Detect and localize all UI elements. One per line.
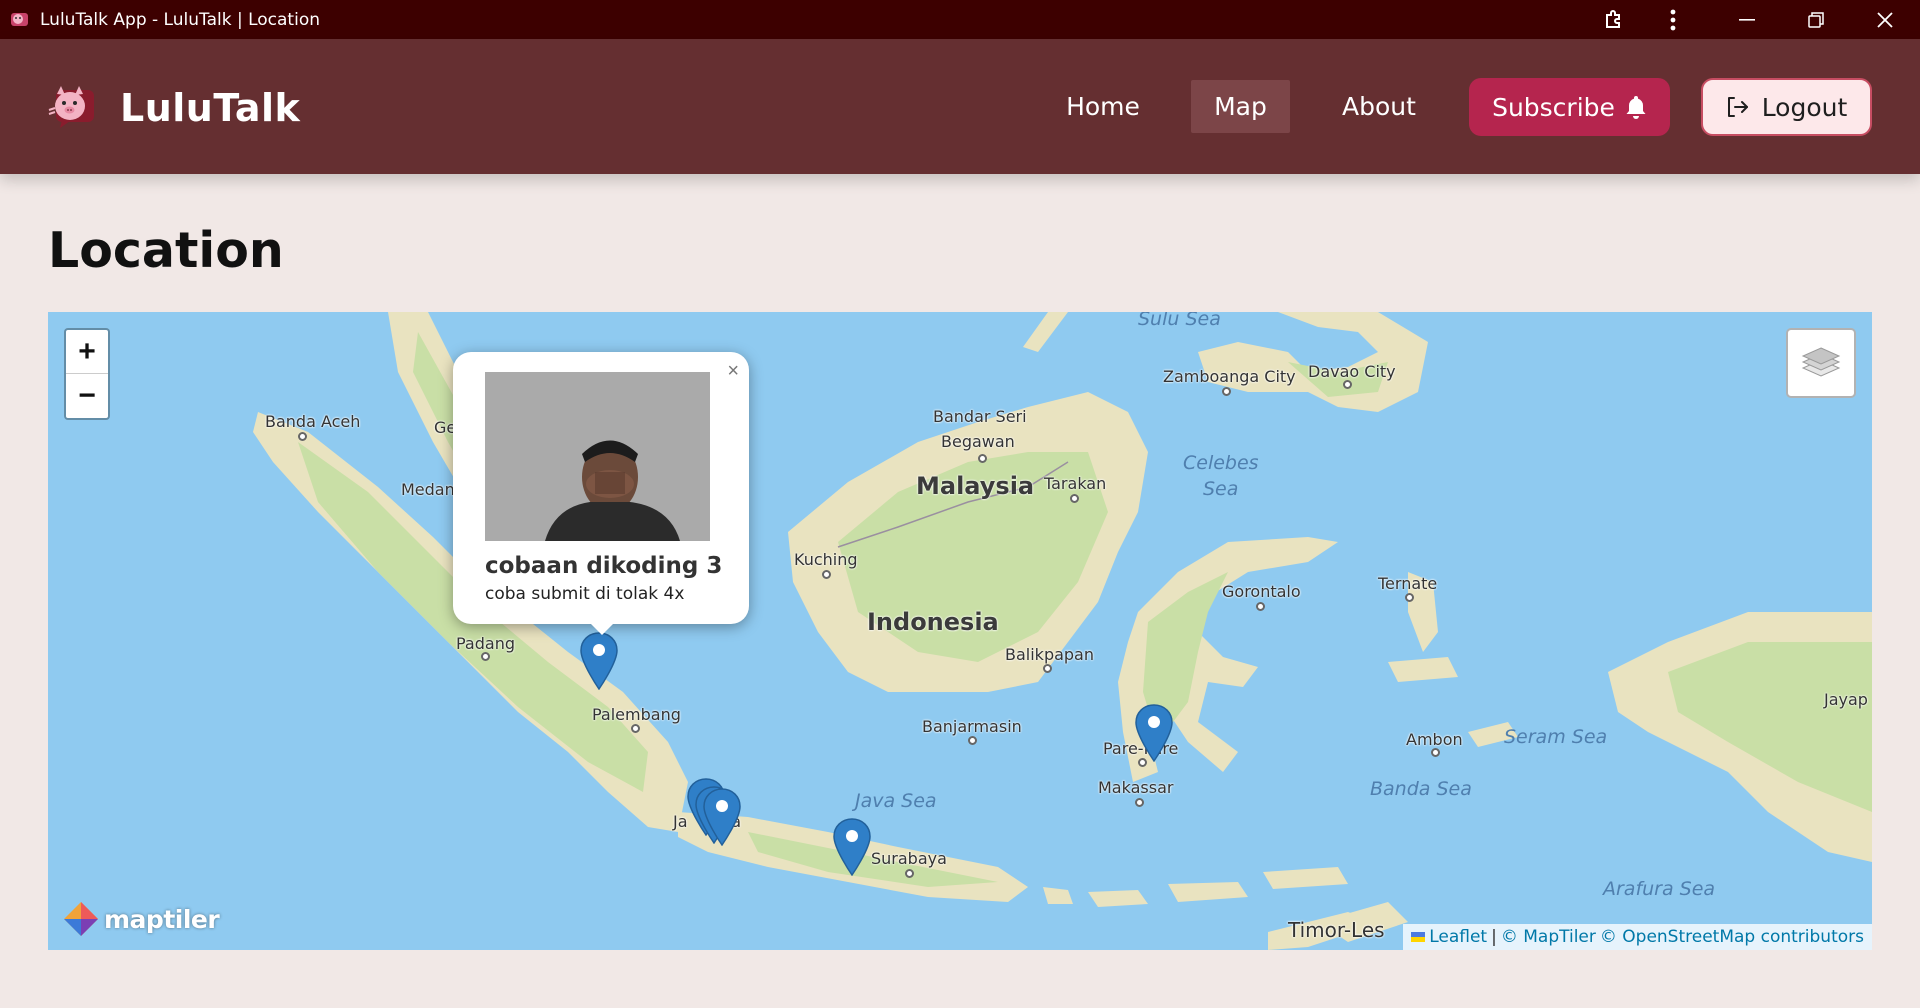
zoom-in-button[interactable]: + xyxy=(66,330,108,374)
label-balikpapan: Balikpapan xyxy=(1005,645,1094,664)
label-arafura-sea: Arafura Sea xyxy=(1603,878,1716,900)
more-icon[interactable] xyxy=(1648,0,1698,39)
osm-link[interactable]: © OpenStreetMap contributors xyxy=(1600,927,1864,947)
leaflet-link[interactable]: Leaflet xyxy=(1429,927,1487,947)
maptiler-logo-icon xyxy=(64,902,98,936)
location-marker[interactable] xyxy=(702,788,742,846)
label-malaysia: Malaysia xyxy=(916,472,1035,500)
minimize-icon[interactable] xyxy=(1722,0,1772,39)
dot-padang xyxy=(481,652,490,661)
extensions-icon[interactable] xyxy=(1589,0,1639,39)
window-title: LuluTalk App - LuluTalk | Location xyxy=(40,10,320,30)
dot-ternate xyxy=(1405,593,1414,602)
label-timor-les: Timor-Les xyxy=(1288,918,1385,942)
label-makassar: Makassar xyxy=(1098,778,1174,797)
label-celebes: Celebes xyxy=(1183,452,1259,474)
label-medan: Medan xyxy=(401,480,455,499)
window-titlebar: LuluTalk App - LuluTalk | Location xyxy=(0,0,1920,39)
marker-popup: × cobaan dikoding 3 coba submit di tolak… xyxy=(453,352,749,624)
label-kuching: Kuching xyxy=(794,550,858,569)
label-celebes-sea: Sea xyxy=(1203,478,1239,500)
label-sulu-sea: Sulu Sea xyxy=(1138,312,1221,330)
label-bandar-seri: Bandar Seri xyxy=(933,407,1027,426)
zoom-control: + − xyxy=(64,328,110,420)
label-ternate: Ternate xyxy=(1378,574,1438,593)
maptiler-wordmark: maptiler xyxy=(104,904,220,934)
location-marker[interactable] xyxy=(1134,704,1174,762)
label-palembang: Palembang xyxy=(592,705,681,724)
app-icon xyxy=(11,13,28,26)
close-icon[interactable] xyxy=(1860,0,1910,39)
layers-control[interactable] xyxy=(1786,328,1856,398)
zoom-out-button[interactable]: − xyxy=(66,374,108,418)
dot-banjarmasin xyxy=(968,736,977,745)
popup-description: coba submit di tolak 4x xyxy=(485,584,685,604)
brand-name[interactable]: LuluTalk xyxy=(120,86,300,130)
dot-bandar-seri xyxy=(978,454,987,463)
ukraine-flag-icon xyxy=(1411,932,1426,942)
dot-davao xyxy=(1343,380,1352,389)
location-marker[interactable] xyxy=(832,818,872,876)
label-java-sea: Java Sea xyxy=(855,790,937,812)
site-header: LuluTalk Home Map About Subscribe Logout xyxy=(0,39,1920,174)
bell-icon xyxy=(1626,96,1646,119)
label-seram-sea: Seram Sea xyxy=(1504,726,1608,748)
dot-palembang xyxy=(631,724,640,733)
label-banjarmasin: Banjarmasin xyxy=(922,717,1022,736)
brand-logo[interactable] xyxy=(48,84,98,130)
dot-kuching xyxy=(822,570,831,579)
logout-button[interactable]: Logout xyxy=(1701,78,1872,136)
maptiler-logo[interactable]: maptiler xyxy=(62,900,220,938)
subscribe-button[interactable]: Subscribe xyxy=(1469,78,1670,136)
dot-makassar xyxy=(1135,798,1144,807)
dot-balikpapan xyxy=(1043,664,1052,673)
page-title: Location xyxy=(48,222,284,279)
subscribe-label: Subscribe xyxy=(1492,92,1615,122)
nav-about[interactable]: About xyxy=(1326,80,1432,133)
logout-icon xyxy=(1727,97,1748,117)
dot-surabaya xyxy=(905,869,914,878)
popup-title: cobaan dikoding 3 xyxy=(485,553,723,579)
layers-icon xyxy=(1801,347,1841,377)
nav-map[interactable]: Map xyxy=(1191,80,1290,133)
popup-photo xyxy=(485,372,710,541)
popup-tip xyxy=(588,621,616,635)
dot-ambon xyxy=(1431,748,1440,757)
label-gorontalo: Gorontalo xyxy=(1222,582,1301,601)
label-zamboanga: Zamboanga City xyxy=(1163,367,1296,386)
attribution-separator: | xyxy=(1491,927,1497,947)
dot-tarakan xyxy=(1070,494,1079,503)
map-attribution: Leaflet | © MapTiler © OpenStreetMap con… xyxy=(1403,924,1872,950)
nav-home[interactable]: Home xyxy=(1050,80,1156,133)
dot-zamboanga xyxy=(1222,387,1231,396)
label-banda-aceh: Banda Aceh xyxy=(265,412,361,431)
label-ambon: Ambon xyxy=(1406,730,1463,749)
label-indonesia: Indonesia xyxy=(867,608,999,636)
logout-label: Logout xyxy=(1761,92,1848,122)
label-jayap: Jayap xyxy=(1824,690,1868,709)
dot-gorontalo xyxy=(1256,602,1265,611)
label-davao: Davao City xyxy=(1308,362,1396,381)
dot-banda-aceh xyxy=(298,432,307,441)
popup-close-icon[interactable]: × xyxy=(727,360,739,383)
label-surabaya: Surabaya xyxy=(871,849,947,868)
label-banda-sea: Banda Sea xyxy=(1370,778,1472,800)
label-padang: Padang xyxy=(456,634,515,653)
label-begawan: Begawan xyxy=(941,432,1015,451)
maptiler-link[interactable]: © MapTiler xyxy=(1501,927,1596,947)
label-tarakan: Tarakan xyxy=(1044,474,1107,493)
location-marker[interactable] xyxy=(579,632,619,690)
restore-icon[interactable] xyxy=(1791,0,1841,39)
map-view[interactable]: Sulu Sea Zamboanga City Davao City Banda… xyxy=(48,312,1872,950)
